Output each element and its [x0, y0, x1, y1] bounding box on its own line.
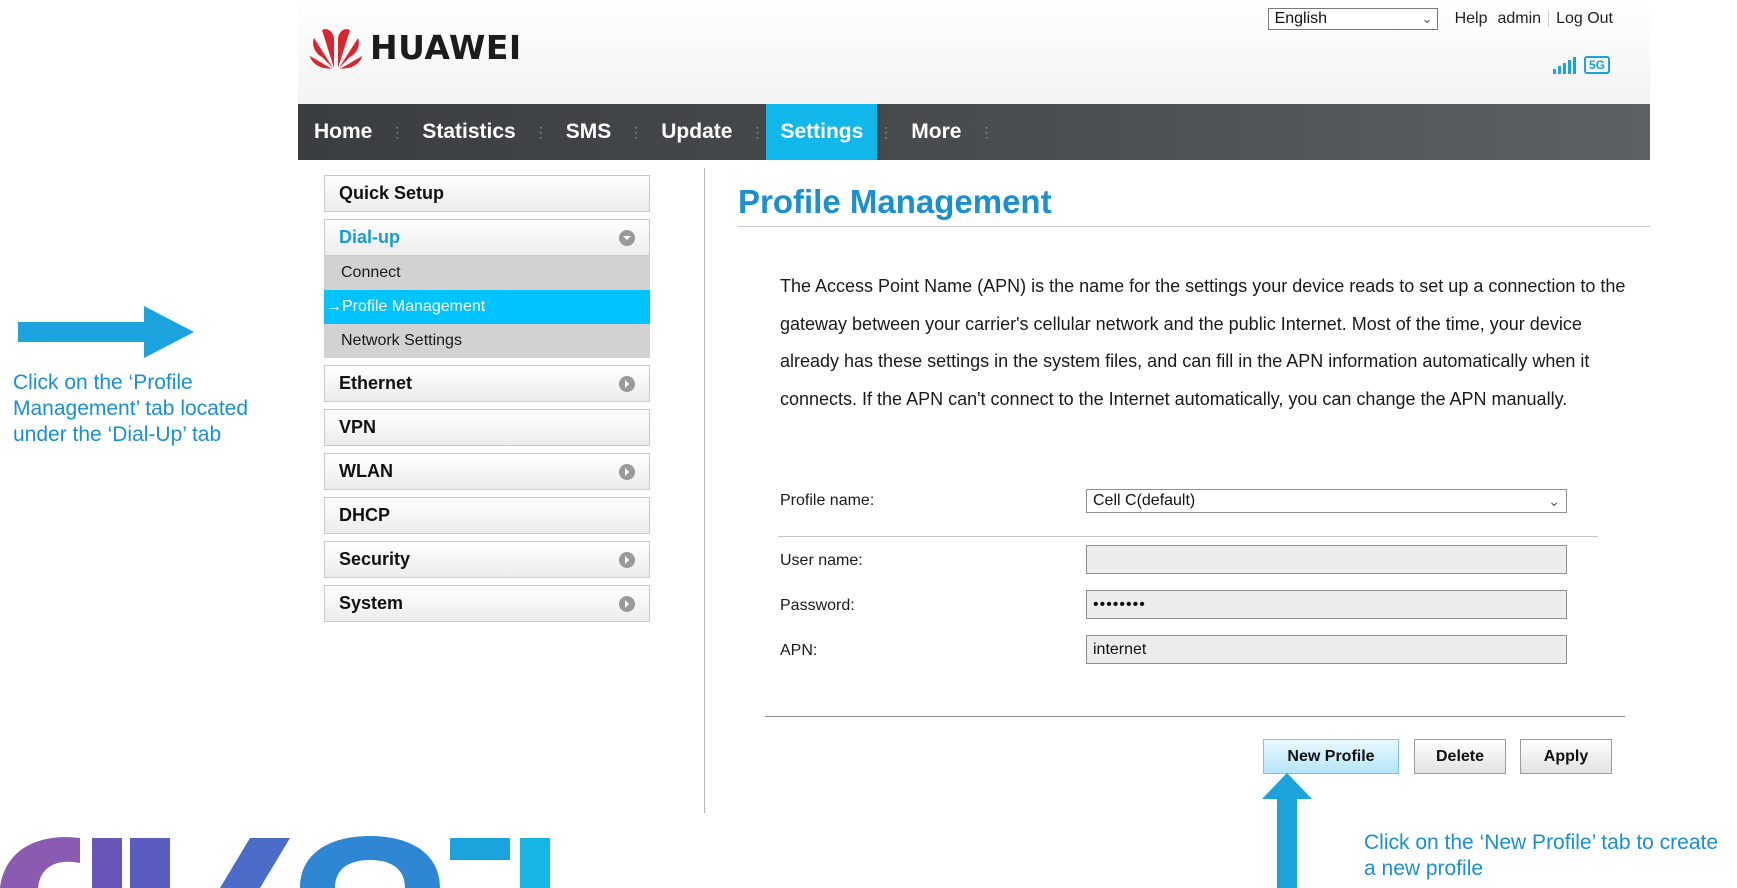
- nav-separator: ⋮: [879, 123, 894, 140]
- nav-separator: ⋮: [629, 123, 644, 140]
- content-divider: [704, 168, 705, 813]
- nav-separator: ⋮: [979, 123, 994, 140]
- sidebar-item-security[interactable]: Security: [324, 541, 650, 578]
- nav-separator: ⋮: [390, 123, 405, 140]
- chevron-down-icon: ⌄: [1548, 492, 1560, 509]
- sidebar-subitem-label: Profile Management: [342, 298, 486, 315]
- chevron-right-icon: [619, 595, 635, 612]
- chevron-down-icon: [619, 229, 635, 246]
- password-label: Password:: [780, 597, 855, 614]
- chevron-down-icon: ⌄: [1421, 11, 1433, 26]
- top-links: English ⌄ Help admin Log Out: [1267, 8, 1618, 30]
- divider: [778, 536, 1598, 537]
- nav-settings[interactable]: Settings: [766, 104, 878, 160]
- nav-sms[interactable]: SMS: [550, 104, 628, 160]
- profile-name-value: Cell C(default): [1093, 492, 1196, 509]
- huawei-logo: HUAWEI: [310, 24, 522, 70]
- dialup-submenu: Connect → Profile Management Network Sett…: [324, 256, 650, 358]
- arrow-right-icon: →: [326, 298, 342, 315]
- sidebar-item-dhcp[interactable]: DHCP: [324, 497, 650, 534]
- signal-indicator: 5G: [1552, 56, 1610, 74]
- language-select[interactable]: English ⌄: [1267, 8, 1438, 30]
- sidebar-item-label: Dial-up: [339, 227, 400, 247]
- nav-separator: ⋮: [533, 123, 548, 140]
- sidebar-item-label: Quick Setup: [339, 183, 445, 203]
- nav-more[interactable]: More: [895, 104, 977, 160]
- left-annotation: Click on the ‘Profile Management’ tab lo…: [13, 371, 249, 446]
- username-label: User name:: [780, 552, 863, 569]
- sidebar-item-wlan[interactable]: WLAN: [324, 453, 650, 490]
- nav-home[interactable]: Home: [298, 104, 388, 160]
- apn-field[interactable]: internet: [1086, 635, 1567, 664]
- sidebar-subitem-network-settings[interactable]: Network Settings: [324, 324, 650, 358]
- delete-button[interactable]: Delete: [1414, 739, 1506, 774]
- nav-statistics[interactable]: Statistics: [406, 104, 531, 160]
- profile-name-label: Profile name:: [780, 492, 875, 509]
- sidebar-item-label: System: [339, 593, 404, 613]
- network-type-badge: 5G: [1583, 56, 1610, 74]
- divider: [765, 716, 1625, 717]
- brand-name: HUAWEI: [370, 27, 522, 67]
- chevron-right-icon: [619, 551, 635, 568]
- new-profile-button[interactable]: New Profile: [1263, 739, 1399, 774]
- sidebar-item-label: WLAN: [339, 461, 393, 481]
- divider: [738, 226, 1650, 227]
- sidebar-item-dialup[interactable]: Dial-up: [324, 219, 650, 256]
- sidebar-item-system[interactable]: System: [324, 585, 650, 622]
- huawei-petal-icon: [310, 29, 362, 69]
- settings-sidebar: Quick Setup Dial-up Connect → Profile Man…: [324, 175, 650, 629]
- username-field[interactable]: [1086, 545, 1567, 574]
- partial-logo: [0, 836, 550, 888]
- apn-label: APN:: [780, 642, 818, 659]
- sidebar-item-quick-setup[interactable]: Quick Setup: [324, 175, 650, 212]
- sidebar-subitem-profile-management[interactable]: → Profile Management: [324, 290, 650, 324]
- arrow-up-icon: [1262, 773, 1312, 888]
- sidebar-item-vpn[interactable]: VPN: [324, 409, 650, 446]
- nav-separator: ⋮: [750, 123, 765, 140]
- admin-link[interactable]: admin: [1497, 10, 1541, 28]
- header: HUAWEI English ⌄ Help admin Log Out 5G: [298, 0, 1650, 104]
- main-nav: Home ⋮ Statistics ⋮ SMS ⋮ Update ⋮ Setti…: [298, 104, 1650, 160]
- profile-name-select[interactable]: Cell C(default) ⌄: [1086, 489, 1567, 513]
- bottom-annotation: Click on the ‘New Profile’ tab to create…: [1364, 831, 1719, 880]
- apn-description: The Access Point Name (APN) is the name …: [780, 276, 1626, 409]
- chevron-right-icon: [619, 375, 635, 392]
- sidebar-item-ethernet[interactable]: Ethernet: [324, 365, 650, 402]
- signal-strength-icon: [1552, 57, 1576, 74]
- nav-update[interactable]: Update: [645, 104, 748, 160]
- sidebar-item-label: DHCP: [339, 505, 391, 525]
- sidebar-item-label: Ethernet: [339, 373, 413, 393]
- language-value: English: [1274, 10, 1328, 27]
- chevron-right-icon: [619, 463, 635, 480]
- logout-link[interactable]: Log Out: [1556, 10, 1613, 28]
- page-title: Profile Management: [738, 183, 1052, 220]
- sidebar-item-label: VPN: [339, 417, 377, 437]
- divider: [1548, 11, 1550, 27]
- apply-button[interactable]: Apply: [1520, 739, 1612, 774]
- sidebar-item-label: Security: [339, 549, 411, 569]
- help-link[interactable]: Help: [1455, 10, 1488, 28]
- password-field[interactable]: ••••••••: [1086, 590, 1567, 619]
- arrow-right-icon: [18, 306, 194, 358]
- sidebar-subitem-connect[interactable]: Connect: [324, 256, 650, 290]
